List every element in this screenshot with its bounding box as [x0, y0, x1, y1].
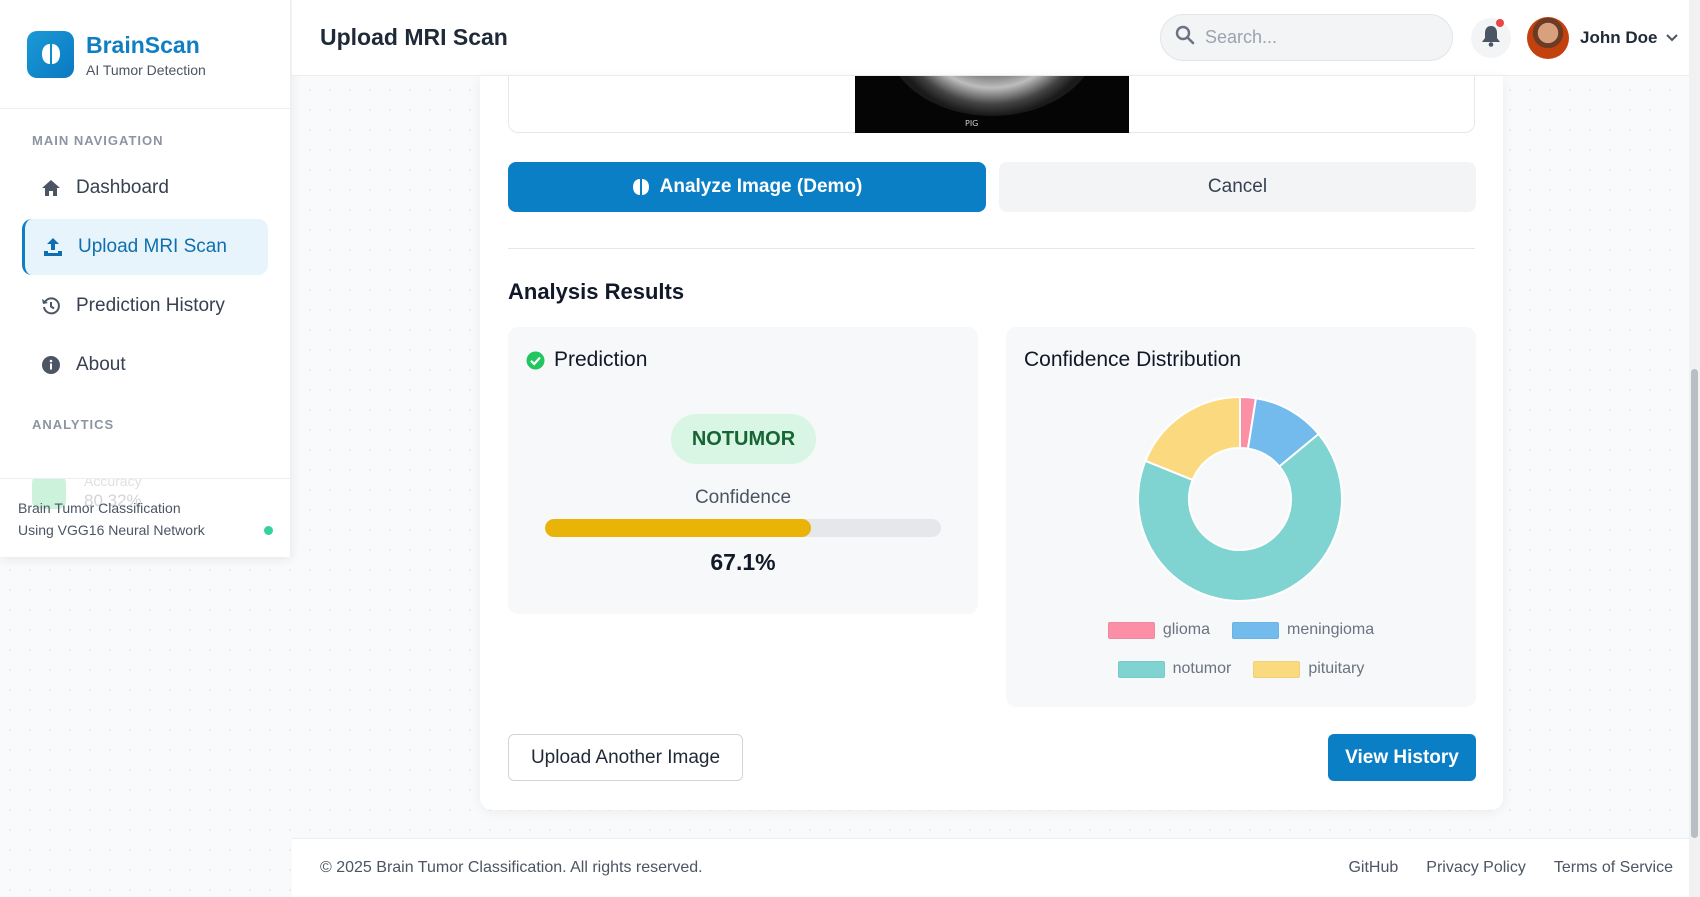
sidebar-item-label: Upload MRI Scan: [78, 236, 227, 257]
analysis-results-title: Analysis Results: [508, 279, 685, 304]
legend-swatch: [1107, 621, 1155, 639]
chart-legend: glioma meningioma notumor pituitary: [1006, 619, 1476, 697]
history-icon: [40, 295, 62, 317]
sidebar-item-label: About: [76, 354, 126, 375]
legend-item-pituitary[interactable]: pituitary: [1253, 660, 1364, 678]
confidence-bar: [545, 519, 941, 537]
brain-scan-region: [885, 76, 1099, 116]
upload-another-image-button[interactable]: Upload Another Image: [508, 734, 743, 781]
analyze-image-button[interactable]: Analyze Image (Demo): [508, 162, 986, 212]
legend-swatch: [1117, 660, 1165, 678]
search-icon: [1175, 25, 1195, 50]
view-history-button[interactable]: View History: [1328, 734, 1476, 781]
mri-scan-image: PIG: [855, 76, 1129, 133]
confidence-distribution-panel: Confidence Distribution glioma meningioma…: [1006, 327, 1476, 707]
confidence-bar-fill: [545, 519, 811, 537]
brand[interactable]: BrainScan AI Tumor Detection: [0, 0, 290, 109]
confidence-value: 67.1%: [710, 549, 776, 575]
prediction-label-badge: NOTUMOR: [671, 414, 816, 464]
sidebar-item-about[interactable]: About: [22, 337, 268, 393]
upload-icon: [42, 236, 64, 258]
bell-icon: [1481, 25, 1501, 52]
nav-section-analytics: ANALYTICS: [32, 417, 115, 432]
legend-row: glioma meningioma: [1006, 619, 1476, 641]
section-divider: [508, 248, 1475, 249]
footer-link-terms-of-service[interactable]: Terms of Service: [1554, 859, 1673, 877]
legend-label: glioma: [1162, 621, 1210, 638]
notification-dot: [1496, 19, 1504, 27]
brain-logo-icon: [27, 30, 74, 78]
cancel-button[interactable]: Cancel: [999, 162, 1476, 212]
top-header: Upload MRI Scan John Doe: [292, 0, 1700, 76]
info-icon: [40, 354, 62, 376]
legend-swatch: [1253, 660, 1301, 678]
avatar: [1527, 17, 1569, 59]
check-circle-icon: [526, 351, 545, 370]
brain-icon: [632, 178, 650, 196]
user-name: John Doe: [1580, 28, 1658, 47]
sidebar-item-dashboard[interactable]: Dashboard: [22, 160, 268, 216]
sidebar-item-label: Dashboard: [76, 177, 169, 198]
copyright-text: © 2025 Brain Tumor Classification. All r…: [320, 859, 703, 876]
confidence-donut-chart: [1137, 396, 1343, 602]
legend-label: notumor: [1172, 660, 1232, 677]
sidebar-item-label: Prediction History: [76, 295, 225, 316]
footer-link-privacy-policy[interactable]: Privacy Policy: [1426, 859, 1526, 877]
online-status-dot: [264, 526, 273, 535]
sidebar-item-prediction-history[interactable]: Prediction History: [22, 278, 268, 334]
legend-item-glioma[interactable]: glioma: [1107, 621, 1210, 639]
search-box[interactable]: [1160, 14, 1453, 61]
page-title: Upload MRI Scan: [320, 24, 508, 50]
sidebar-footer-title: Brain Tumor Classification: [18, 500, 181, 516]
prediction-heading: Prediction: [554, 348, 648, 371]
brand-tagline: AI Tumor Detection: [86, 61, 206, 78]
legend-swatch: [1231, 621, 1279, 639]
notifications-button[interactable]: [1471, 18, 1511, 58]
sidebar-item-upload-mri-scan[interactable]: Upload MRI Scan: [22, 219, 268, 275]
scan-marker-text: PIG: [965, 119, 979, 128]
sidebar-footer-subtitle: Using VGG16 Neural Network: [18, 522, 205, 538]
legend-label: meningioma: [1286, 621, 1375, 638]
legend-row: notumor pituitary: [1006, 658, 1476, 680]
upload-card: PIG Analyze Image (Demo) Cancel Analysis…: [480, 76, 1503, 810]
search-input[interactable]: [1205, 27, 1425, 48]
analyze-button-label: Analyze Image (Demo): [659, 176, 863, 197]
page-footer: © 2025 Brain Tumor Classification. All r…: [292, 838, 1700, 897]
confidence-label: Confidence: [694, 487, 792, 508]
sidebar-footer: Accuracy 80.32% Brain Tumor Classificati…: [0, 478, 291, 558]
chevron-down-icon: [1666, 29, 1679, 47]
donut-slice-pituitary[interactable]: [1144, 396, 1241, 482]
legend-label: pituitary: [1308, 660, 1365, 677]
legend-item-notumor[interactable]: notumor: [1117, 660, 1232, 678]
distribution-heading: Confidence Distribution: [1024, 348, 1242, 371]
prediction-panel: Prediction NOTUMOR Confidence 67.1%: [508, 327, 978, 614]
scrollbar-thumb[interactable]: [1691, 369, 1698, 838]
legend-item-meningioma[interactable]: meningioma: [1231, 621, 1375, 639]
home-icon: [40, 177, 62, 199]
image-preview: PIG: [508, 76, 1475, 133]
user-menu[interactable]: John Doe: [1527, 17, 1679, 59]
footer-link-github[interactable]: GitHub: [1348, 859, 1398, 877]
nav-section-main: MAIN NAVIGATION: [32, 133, 164, 148]
page-scrollbar[interactable]: [1689, 0, 1700, 897]
sidebar-nav: Dashboard Upload MRI Scan Prediction His…: [0, 160, 290, 393]
brand-name: BrainScan: [86, 31, 200, 58]
sidebar: BrainScan AI Tumor Detection MAIN NAVIGA…: [0, 0, 291, 557]
